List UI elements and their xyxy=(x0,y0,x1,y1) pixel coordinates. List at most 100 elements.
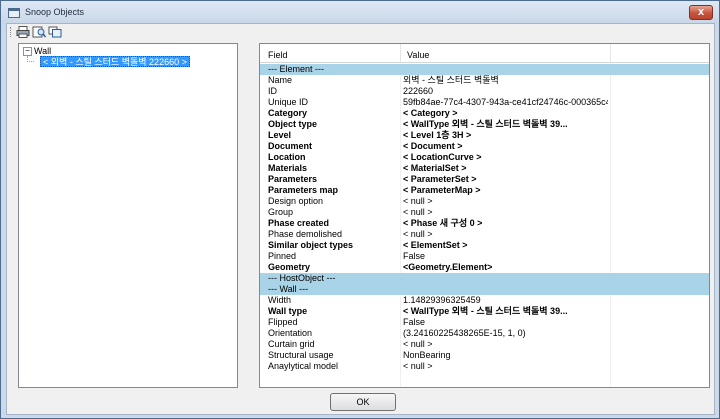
grid-cell-value: <Geometry.Element> xyxy=(403,262,493,272)
grid-cell-field: Unique ID xyxy=(268,97,309,107)
grid-cell-field: Materials xyxy=(268,163,308,173)
grid-cell-value: < null > xyxy=(403,207,433,217)
grid-cell-value: (3.24160225438265E-15, 1, 0) xyxy=(403,328,526,338)
grid-cell-value: < LocationCurve > xyxy=(403,152,482,162)
grid-cell-field: --- Wall --- xyxy=(268,284,309,294)
grid-section-header[interactable]: --- HostObject --- xyxy=(260,273,709,284)
grid-row[interactable]: Name 외벽 - 스틸 스터드 벽돌벽 xyxy=(260,75,709,86)
grid-row[interactable]: Anaylytical model < null > xyxy=(260,361,709,372)
grid-cell-field: Design option xyxy=(268,196,324,206)
grid-cell-field: Phase created xyxy=(268,218,330,228)
grid-row[interactable]: Orientation (3.24160225438265E-15, 1, 0) xyxy=(260,328,709,339)
grid-cell-value: < null > xyxy=(403,339,433,349)
grid-cell-value: < MaterialSet > xyxy=(403,163,467,173)
column-header-value[interactable]: Value xyxy=(407,50,429,60)
property-grid[interactable]: Field Value --- Element --- Name 외벽 - 스틸 스… xyxy=(259,43,710,388)
grid-cell-value: 1.14829396325459 xyxy=(403,295,481,305)
grid-cell-field: --- Element --- xyxy=(268,64,324,74)
grid-cell-value: < null > xyxy=(403,229,433,239)
app-window-icon xyxy=(8,8,20,18)
grid-cell-field: Geometry xyxy=(268,262,311,272)
grid-cell-field: Anaylytical model xyxy=(268,361,339,371)
grid-section-header[interactable]: --- Element --- xyxy=(260,64,709,75)
grid-cell-field: Width xyxy=(268,295,292,305)
grid-row[interactable]: Structural usage NonBearing xyxy=(260,350,709,361)
grid-cell-value: < ParameterSet > xyxy=(403,174,477,184)
grid-row[interactable]: Geometry <Geometry.Element> xyxy=(260,262,709,273)
copy-icon[interactable] xyxy=(48,26,62,38)
grid-section-header[interactable]: --- Wall --- xyxy=(260,284,709,295)
grid-row[interactable]: Category < Category > xyxy=(260,108,709,119)
grid-row[interactable]: Object type < WallType 외벽 - 스틸 스터드 벽돌벽 39… xyxy=(260,119,709,130)
grid-row[interactable]: Design option < null > xyxy=(260,196,709,207)
grid-cell-value: False xyxy=(403,251,426,261)
grid-rows: --- Element --- Name 외벽 - 스틸 스터드 벽돌벽 ID 2226… xyxy=(260,64,709,372)
grid-cell-field: Object type xyxy=(268,119,318,129)
tree-node-wall[interactable]: Wall xyxy=(34,46,51,56)
grid-row[interactable]: Flipped False xyxy=(260,317,709,328)
tree-collapse-toggle[interactable]: − xyxy=(23,47,32,56)
grid-cell-field: ID xyxy=(268,86,277,96)
grid-cell-field: Parameters map xyxy=(268,185,339,195)
grid-cell-field: Pinned xyxy=(268,251,297,261)
grid-cell-field: Flipped xyxy=(268,317,298,327)
grid-cell-field: Phase demolished xyxy=(268,229,343,239)
grid-cell-value: 222660 xyxy=(403,86,434,96)
grid-row[interactable]: Parameters map < ParameterMap > xyxy=(260,185,709,196)
grid-cell-field: Similar object types xyxy=(268,240,354,250)
grid-header: Field Value xyxy=(260,44,709,63)
grid-cell-field: Name xyxy=(268,75,293,85)
tree-connector xyxy=(27,61,34,62)
print-icon[interactable] xyxy=(16,26,30,38)
grid-cell-value: < WallType 외벽 - 스틸 스터드 벽돌벽 39... xyxy=(403,306,568,316)
grid-cell-value: < WallType 외벽 - 스틸 스터드 벽돌벽 39... xyxy=(403,119,568,129)
grid-cell-value: < ParameterMap > xyxy=(403,185,481,195)
column-header-field[interactable]: Field xyxy=(268,50,288,60)
grid-cell-value: < Level 1층 3H > xyxy=(403,130,472,140)
dialog-client-area: − Wall < 외벽 - 스틸 스터드 벽돌벽 222660 > Field … xyxy=(6,23,715,415)
toolbar xyxy=(7,24,714,40)
grid-row[interactable]: Unique ID 59fb84ae-77c4-4307-943a-ce41cf2… xyxy=(260,97,709,108)
close-button[interactable]: x xyxy=(689,5,713,20)
print-preview-icon[interactable] xyxy=(32,26,46,38)
object-tree[interactable]: − Wall < 외벽 - 스틸 스터드 벽돌벽 222660 > xyxy=(18,43,238,388)
grid-cell-value: NonBearing xyxy=(403,350,451,360)
grid-cell-value: < Category > xyxy=(403,108,458,118)
grid-cell-value: < ElementSet > xyxy=(403,240,468,250)
grid-cell-field: Structural usage xyxy=(268,350,334,360)
toolbar-grip[interactable] xyxy=(10,27,12,37)
grid-row[interactable]: Level < Level 1층 3H > xyxy=(260,130,709,141)
grid-row[interactable]: Parameters < ParameterSet > xyxy=(260,174,709,185)
grid-cell-field: Wall type xyxy=(268,306,308,316)
grid-row[interactable]: ID 222660 xyxy=(260,86,709,97)
grid-cell-field: --- HostObject --- xyxy=(268,273,336,283)
tree-node-selected-element[interactable]: < 외벽 - 스틸 스터드 벽돌벽 222660 > xyxy=(40,56,190,67)
grid-row[interactable]: Wall type < WallType 외벽 - 스틸 스터드 벽돌벽 39..… xyxy=(260,306,709,317)
grid-cell-field: Orientation xyxy=(268,328,313,338)
grid-cell-field: Location xyxy=(268,152,306,162)
grid-row[interactable]: Phase created < Phase 새 구성 0 > xyxy=(260,218,709,229)
grid-row[interactable]: Group < null > xyxy=(260,207,709,218)
grid-cell-field: Level xyxy=(268,130,292,140)
grid-row[interactable]: Width 1.14829396325459 xyxy=(260,295,709,306)
grid-row[interactable]: Pinned False xyxy=(260,251,709,262)
title-bar[interactable]: Snoop Objects x xyxy=(1,1,719,25)
column-divider[interactable] xyxy=(610,44,611,63)
grid-cell-value: < Phase 새 구성 0 > xyxy=(403,218,483,228)
grid-row[interactable]: Document < Document > xyxy=(260,141,709,152)
grid-row[interactable]: Curtain grid < null > xyxy=(260,339,709,350)
grid-cell-value: False xyxy=(403,317,426,327)
grid-cell-value: 59fb84ae-77c4-4307-943a-ce41cf24746c-000… xyxy=(403,97,608,107)
grid-row[interactable]: Phase demolished < null > xyxy=(260,229,709,240)
grid-row[interactable]: Location < LocationCurve > xyxy=(260,152,709,163)
ok-button[interactable]: OK xyxy=(330,393,396,411)
column-divider[interactable] xyxy=(400,44,401,63)
grid-row[interactable]: Materials < MaterialSet > xyxy=(260,163,709,174)
grid-cell-field: Group xyxy=(268,207,294,217)
grid-cell-value: 외벽 - 스틸 스터드 벽돌벽 xyxy=(403,75,499,85)
grid-cell-field: Document xyxy=(268,141,313,151)
grid-cell-value: < null > xyxy=(403,196,433,206)
grid-cell-field: Curtain grid xyxy=(268,339,315,349)
grid-row[interactable]: Similar object types < ElementSet > xyxy=(260,240,709,251)
window-title: Snoop Objects xyxy=(25,7,85,17)
